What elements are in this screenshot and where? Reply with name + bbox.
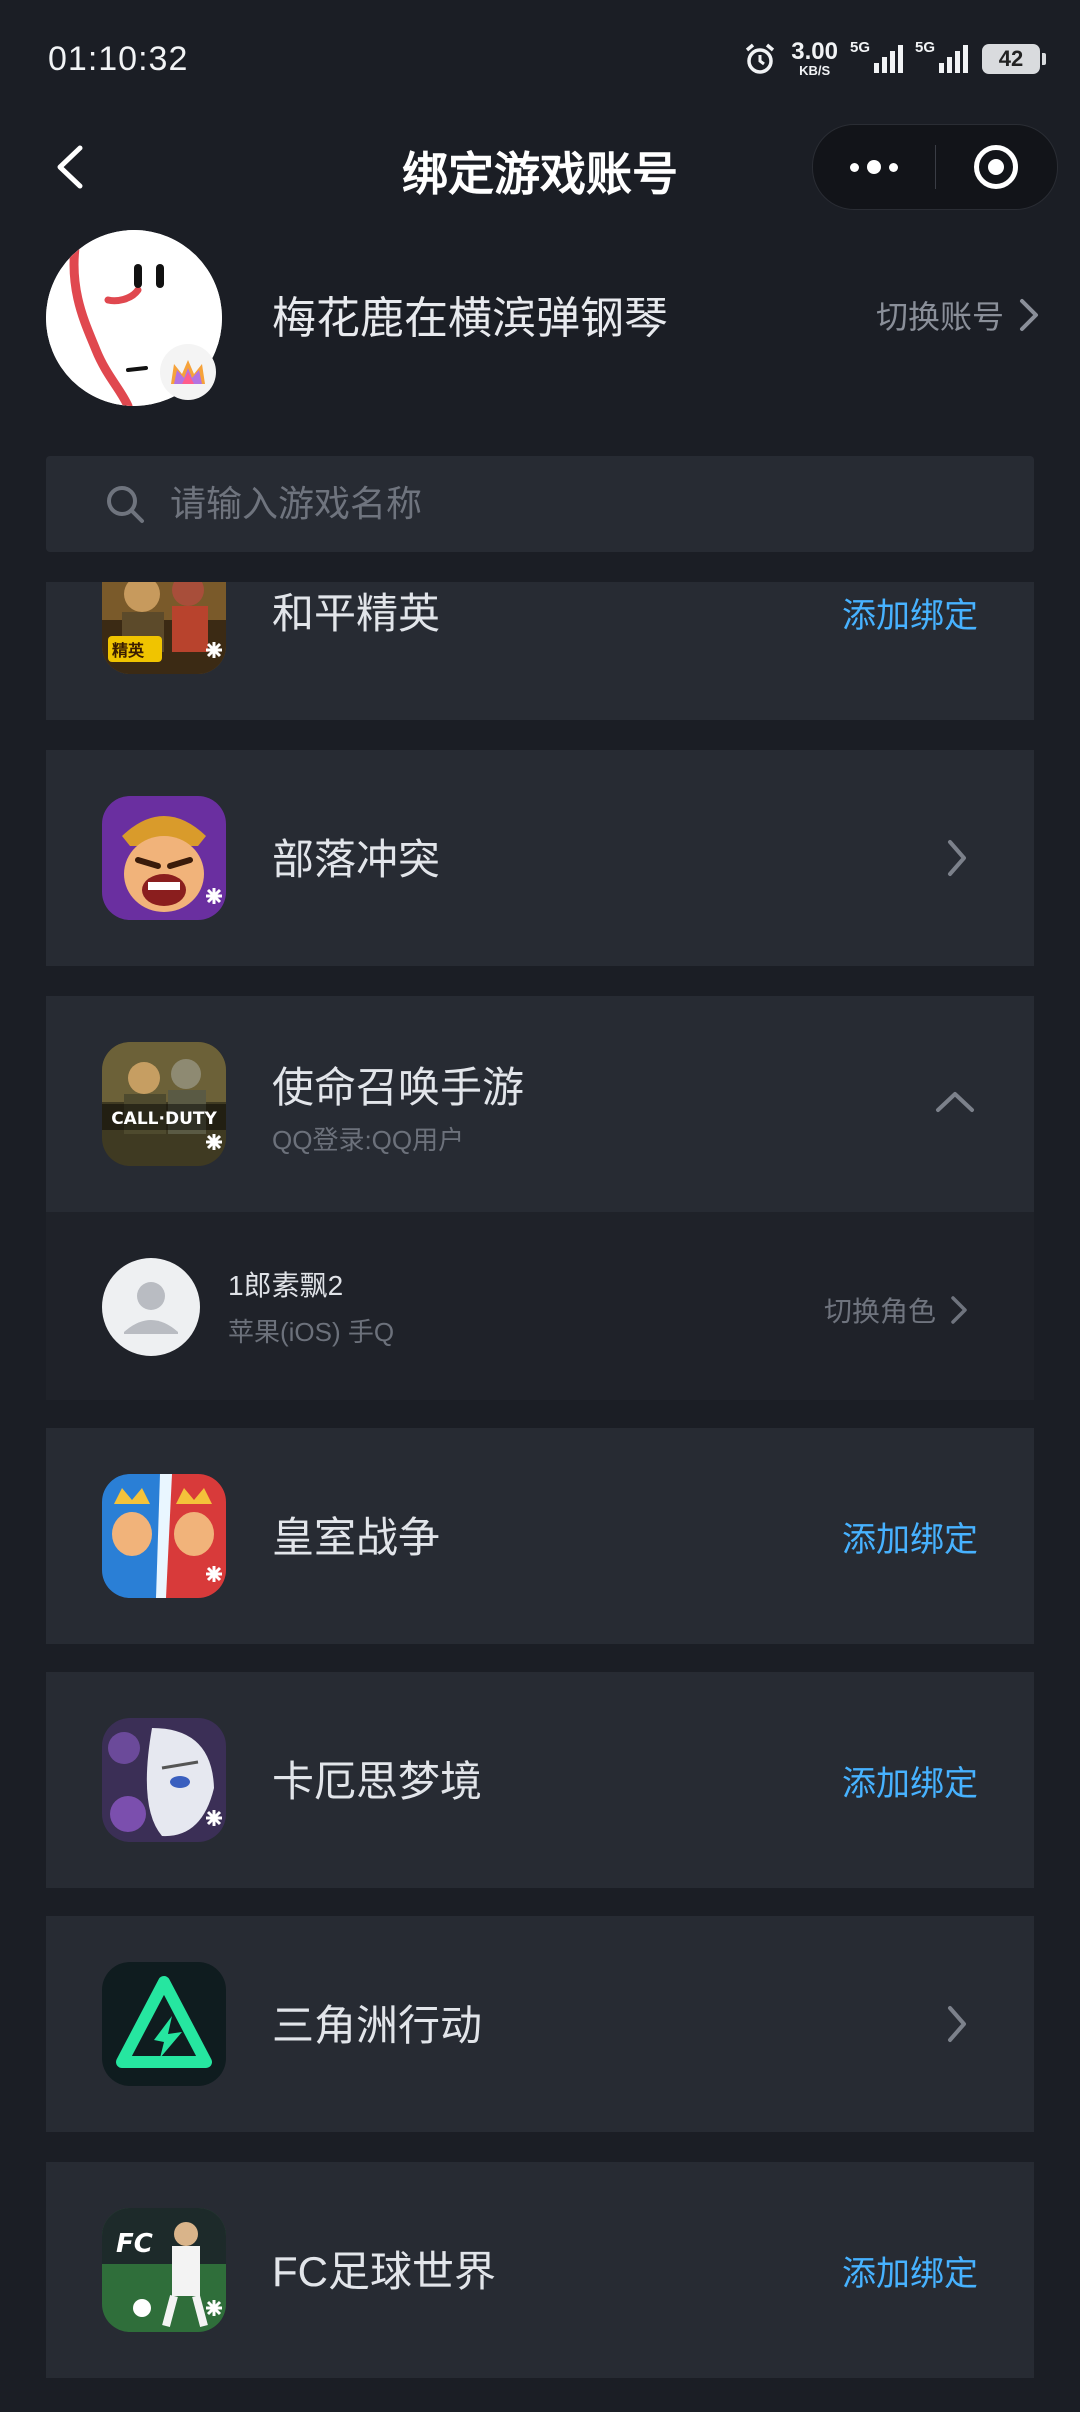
- clash-of-clans-icon: [102, 796, 226, 920]
- game-card-chaos-dream: 卡厄思梦境 添加绑定: [46, 1672, 1034, 1888]
- nav-bar: 绑定游戏账号: [0, 124, 1080, 212]
- signal-sim1-icon: 5G: [850, 39, 903, 73]
- chaos-zero-nightmare-icon: [102, 1718, 226, 1842]
- cod-logo-text: CALL·DUTY: [111, 1109, 217, 1129]
- status-icons: 3.00 KB/S 5G 5G 42: [743, 38, 1046, 78]
- search-icon: [107, 486, 144, 523]
- network-speed: 3.00 KB/S: [791, 38, 838, 78]
- chevron-right-icon[interactable]: [946, 2004, 968, 2044]
- game-row[interactable]: CALL·DUTY 使命召唤手游 QQ登录:QQ用户: [46, 996, 1034, 1212]
- fc-football-world-icon: FC: [102, 2208, 226, 2332]
- close-mini-program-button[interactable]: [936, 125, 1058, 209]
- network-speed-unit: KB/S: [799, 63, 831, 78]
- target-circle-icon: [974, 145, 1019, 189]
- profile-name: 梅花鹿在横滨弹钢琴: [272, 294, 668, 343]
- mini-program-capsule: [812, 124, 1058, 210]
- profile-section: 梅花鹿在横滨弹钢琴 切换账号: [0, 230, 1080, 406]
- game-card-peacekeeper-elite: 精英 和平精英 添加绑定: [46, 582, 1034, 720]
- role-row[interactable]: 1郎素飘2 苹果(iOS) 手Q 切换角色: [46, 1212, 1034, 1400]
- role-name: 1郎素飘2: [228, 1270, 344, 1301]
- switch-role-button[interactable]: 切换角色: [824, 1290, 968, 1330]
- alarm-icon: [746, 43, 775, 74]
- game-title: 皇室战争: [272, 1514, 441, 1561]
- vip-crown-icon: [160, 344, 216, 400]
- game-title: 三角洲行动: [272, 2002, 483, 2049]
- game-card-clash-royale: 皇室战争 添加绑定: [46, 1428, 1034, 1644]
- game-row[interactable]: 三角洲行动: [46, 1916, 1034, 2132]
- game-row[interactable]: 卡厄思梦境 添加绑定: [46, 1672, 1034, 1888]
- chevron-right-icon[interactable]: [946, 838, 968, 878]
- status-bar: 01:10:32 3.00 KB/S 5G 5G 42: [0, 0, 1080, 124]
- game-title: 部落冲突: [272, 836, 441, 883]
- game-row[interactable]: FC FC足球世界 添加绑定: [46, 2162, 1034, 2378]
- add-bind-button[interactable]: 添加绑定: [842, 1512, 978, 1561]
- svg-text:精英: 精英: [112, 641, 145, 660]
- delta-force-icon: [102, 1962, 226, 2086]
- default-avatar-icon: [102, 1258, 200, 1356]
- chevron-right-icon: [1020, 299, 1038, 331]
- battery-icon: 42: [982, 43, 1046, 74]
- game-row[interactable]: 精英 和平精英 添加绑定: [46, 582, 1034, 720]
- game-row[interactable]: 皇室战争 添加绑定: [46, 1428, 1034, 1644]
- role-platform: 苹果(iOS) 手Q: [228, 1317, 395, 1347]
- switch-role-label: 切换角色: [823, 1296, 936, 1327]
- fc-logo-text: FC: [116, 2229, 153, 2259]
- login-type: QQ登录:QQ用户: [272, 1125, 465, 1155]
- add-bind-button[interactable]: 添加绑定: [842, 1756, 978, 1805]
- game-row[interactable]: 部落冲突: [46, 750, 1034, 966]
- game-card-call-of-duty-mobile: CALL·DUTY 使命召唤手游 QQ登录:QQ用户 1郎素飘2 苹果(iOS)…: [46, 996, 1034, 1400]
- game-title: 卡厄思梦境: [272, 1758, 483, 1805]
- game-title: FC足球世界: [272, 2248, 496, 2295]
- add-bind-button[interactable]: 添加绑定: [842, 2246, 978, 2295]
- game-title: 使命召唤手游: [272, 1064, 525, 1111]
- game-card-fc-football: FC FC足球世界 添加绑定: [46, 2162, 1034, 2378]
- switch-account-label: 切换账号: [875, 299, 1004, 335]
- add-bind-button[interactable]: 添加绑定: [842, 588, 978, 637]
- status-time: 01:10:32: [48, 40, 189, 78]
- game-card-clash-of-clans: 部落冲突: [46, 750, 1034, 966]
- search-bar: [46, 456, 1034, 552]
- call-of-duty-mobile-icon: CALL·DUTY: [102, 1042, 226, 1166]
- game-title: 和平精英: [272, 590, 441, 637]
- network-speed-value: 3.00: [791, 38, 838, 65]
- clash-royale-icon: [102, 1474, 226, 1598]
- sim2-label: 5G: [915, 38, 936, 56]
- chevron-up-icon[interactable]: [934, 1090, 976, 1114]
- search-input[interactable]: [168, 482, 972, 526]
- signal-sim2-icon: 5G: [915, 39, 968, 73]
- sim1-label: 5G: [850, 38, 871, 56]
- more-dots-icon: [849, 160, 898, 174]
- peacekeeper-elite-icon: 精英: [102, 582, 226, 674]
- chevron-right-icon: [951, 1296, 967, 1324]
- more-button[interactable]: [813, 125, 935, 209]
- game-card-delta-force: 三角洲行动: [46, 1916, 1034, 2132]
- switch-account-button[interactable]: 切换账号: [876, 292, 1040, 338]
